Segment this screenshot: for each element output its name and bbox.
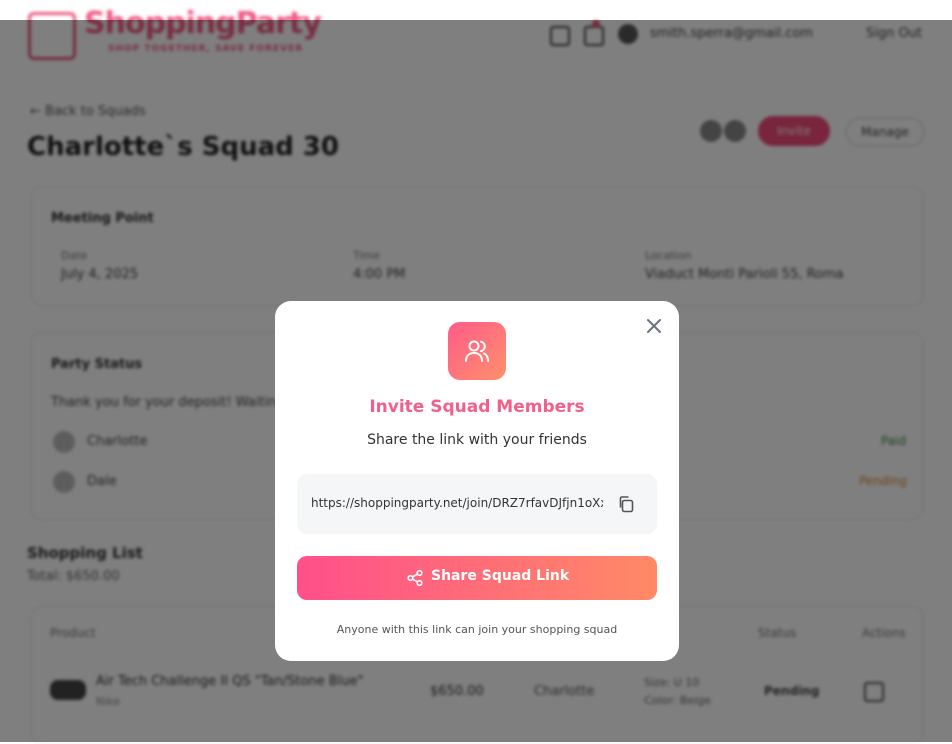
users-icon [448, 322, 506, 380]
share-squad-link-button[interactable]: Share Squad Link [297, 556, 657, 600]
modal-subtitle: Share the link with your friends [367, 432, 587, 448]
share-button-label: Share Squad Link [431, 568, 570, 584]
copy-icon[interactable] [617, 495, 635, 517]
modal-footnote: Anyone with this link can join your shop… [336, 623, 618, 636]
share-icon [406, 569, 424, 591]
invite-modal: Invite Squad Members Share the link with… [275, 301, 679, 661]
invite-link-field[interactable]: https://shoppingparty.net/join/DRZ7rfavD… [297, 474, 657, 534]
invite-link-text[interactable]: https://shoppingparty.net/join/DRZ7rfavD… [311, 496, 603, 510]
modal-title: Invite Squad Members [369, 397, 585, 417]
close-icon[interactable] [645, 317, 663, 335]
